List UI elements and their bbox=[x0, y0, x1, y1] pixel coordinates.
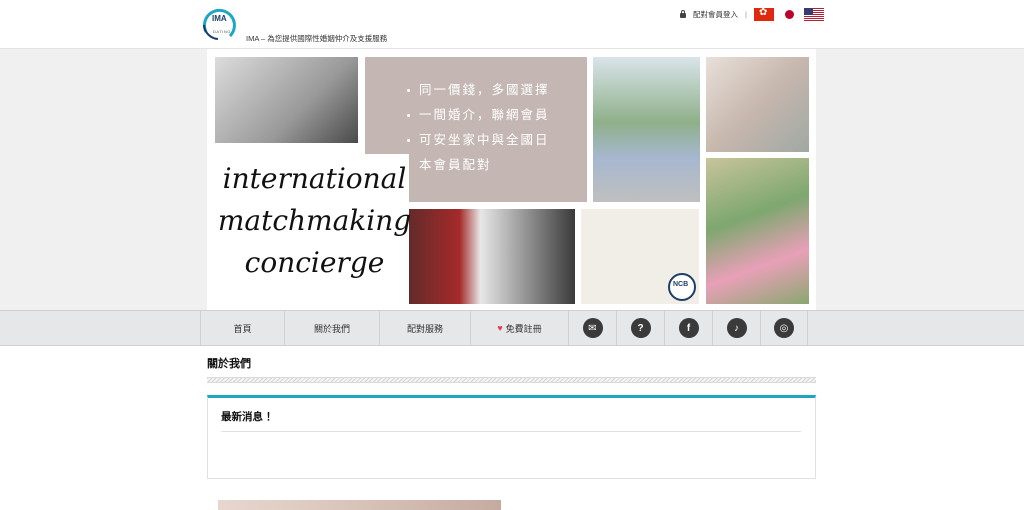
facebook-icon: f bbox=[678, 318, 699, 338]
banner-bullet-2: 一間婚介，聯網會員 bbox=[407, 104, 550, 123]
ncb-badge-text: NCB bbox=[673, 281, 689, 288]
logo-subtext: DATING bbox=[213, 29, 231, 34]
lock-icon bbox=[680, 9, 687, 18]
banner-bullet-4: 本會員配對 bbox=[419, 158, 492, 172]
news-title: 最新消息 ！ bbox=[221, 411, 277, 423]
mail-icon: ✉ bbox=[582, 318, 603, 338]
heart-icon: ♥ bbox=[497, 323, 503, 333]
separator: | bbox=[745, 9, 747, 19]
top-right-bar: 配對會員登入 | bbox=[680, 7, 824, 21]
nav-help[interactable]: ? bbox=[616, 311, 664, 345]
ncb-badge: NCB bbox=[668, 273, 696, 301]
wedding-photo-venue bbox=[706, 57, 809, 152]
wedding-photo-bridesmaids bbox=[593, 57, 700, 202]
nav-tiktok[interactable]: ♪ bbox=[712, 311, 760, 345]
site-tagline: IMA – 為您提供國際性婚姻仲介及支援服務 bbox=[246, 34, 388, 43]
hk-flag-icon[interactable] bbox=[754, 7, 774, 21]
instagram-icon: ◎ bbox=[774, 318, 794, 338]
member-login-link[interactable]: 配對會員登入 bbox=[693, 9, 738, 20]
hero-banner: 同一價錢，多國選擇 一間婚介，聯網會員 可安坐家中與全國日 本會員配對 NCB … bbox=[207, 49, 816, 310]
jp-flag-icon[interactable] bbox=[781, 7, 797, 21]
banner-bullet-3: 可安坐家中與全國日 bbox=[407, 129, 550, 148]
nav-mail[interactable]: ✉ bbox=[568, 311, 616, 345]
news-divider bbox=[221, 431, 801, 432]
script-line-2: matchmaking bbox=[217, 204, 412, 237]
logo-text: IMA bbox=[212, 14, 227, 23]
nav-facebook[interactable]: f bbox=[664, 311, 712, 345]
script-line-1: international bbox=[222, 162, 407, 195]
tiktok-icon: ♪ bbox=[726, 318, 747, 338]
wedding-photo-hands bbox=[215, 57, 358, 143]
nav-instagram[interactable]: ◎ bbox=[760, 311, 808, 345]
nav-register[interactable]: ♥ 免費註冊 bbox=[470, 311, 568, 345]
ima-logo[interactable]: IMA DATING bbox=[200, 5, 238, 43]
us-flag-icon[interactable] bbox=[804, 7, 824, 21]
help-icon: ? bbox=[630, 318, 651, 338]
nav-register-label: 免費註冊 bbox=[505, 323, 542, 334]
banner-bullet-1: 同一價錢，多國選擇 bbox=[407, 79, 550, 98]
page-title: 關於我們 bbox=[207, 358, 251, 370]
wedding-photo-bouquet bbox=[706, 158, 809, 304]
news-box: 最新消息 ！ bbox=[207, 395, 816, 479]
title-divider bbox=[207, 377, 816, 383]
content-photo bbox=[218, 500, 501, 510]
site-header: IMA DATING IMA – 為您提供國際性婚姻仲介及支援服務 配對會員登入… bbox=[0, 0, 1024, 49]
main-nav: 首頁 關於我們 配對服務 ♥ 免費註冊 ✉ ? f ♪ ◎ bbox=[0, 310, 1024, 346]
nav-about[interactable]: 關於我們 bbox=[284, 311, 379, 345]
logo-ring-icon bbox=[202, 8, 236, 40]
nav-home[interactable]: 首頁 bbox=[200, 311, 284, 345]
script-line-3: concierge bbox=[244, 246, 385, 279]
nav-matching[interactable]: 配對服務 bbox=[379, 311, 470, 345]
